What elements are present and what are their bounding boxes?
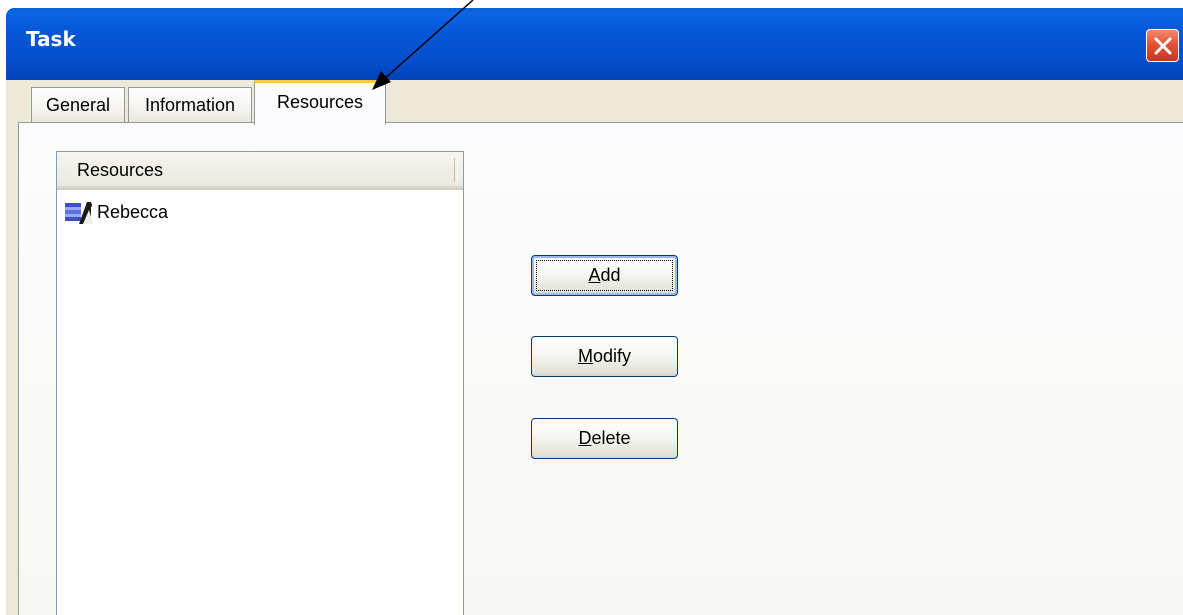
column-header-resources[interactable]: Resources xyxy=(61,152,459,188)
tab-information[interactable]: Information xyxy=(128,87,252,123)
resource-person-icon xyxy=(65,200,95,226)
delete-button[interactable]: Delete xyxy=(531,418,678,459)
tab-resources[interactable]: Resources xyxy=(254,80,386,125)
focus-ring xyxy=(536,260,673,291)
delete-button-accel: D xyxy=(578,428,592,448)
tab-general[interactable]: General xyxy=(31,87,125,123)
modify-button-label: odify xyxy=(592,346,632,366)
close-icon xyxy=(1154,37,1172,55)
list-item[interactable]: Rebecca xyxy=(65,198,365,226)
title-bar[interactable]: Task xyxy=(6,8,1183,80)
window-title: Task xyxy=(26,27,76,51)
modify-button-accel: M xyxy=(577,346,593,366)
close-button[interactable] xyxy=(1146,29,1179,62)
list-item-label: Rebecca xyxy=(97,202,169,222)
task-dialog: Task General Information Resources Resou… xyxy=(0,0,1183,615)
list-header: Resources xyxy=(57,152,463,190)
column-divider[interactable] xyxy=(454,158,458,182)
delete-button-label: elete xyxy=(591,428,631,448)
resources-list[interactable]: Resources Rebecca xyxy=(56,151,464,615)
modify-button[interactable]: Modify xyxy=(531,336,678,377)
add-button[interactable]: Add xyxy=(531,255,678,296)
